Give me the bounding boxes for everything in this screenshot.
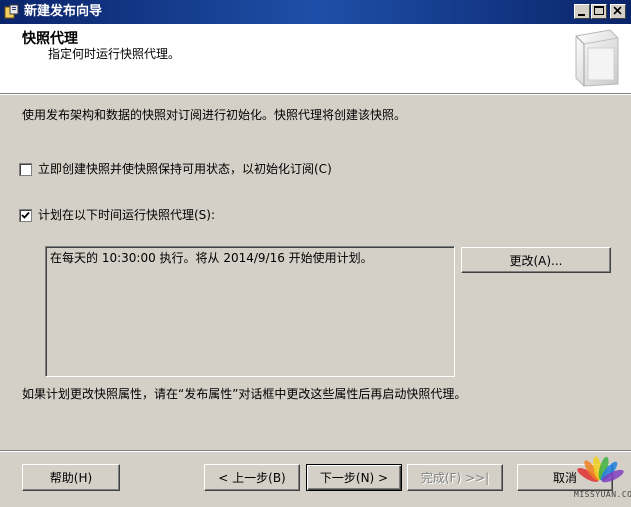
watermark-text: MISSYUAN.COM [574,490,631,499]
close-button[interactable] [610,4,626,19]
next-button[interactable]: 下一步(N) > [306,464,402,491]
change-schedule-button[interactable]: 更改(A)... [461,247,611,273]
schedule-snapshot-label[interactable]: 计划在以下时间运行快照代理(S): [38,207,215,223]
maximize-button[interactable] [591,4,607,19]
finish-button[interactable]: 完成(F) >>| [407,464,503,491]
footnote-text: 如果计划更改快照属性，请在“发布属性”对话框中更改这些属性后再启动快照代理。 [22,387,467,401]
schedule-description: 在每天的 10:30:00 执行。将从 2014/9/16 开始使用计划。 [50,251,373,265]
back-button[interactable]: < 上一步(B) [204,464,300,491]
schedule-description-box: 在每天的 10:30:00 执行。将从 2014/9/16 开始使用计划。 [45,246,455,377]
wizard-book-icon [575,29,619,87]
minimize-icon [578,14,585,16]
window-title: 新建发布向导 [24,4,103,19]
maximize-icon [594,6,604,15]
title-bar[interactable]: 新建发布向导 [0,0,631,24]
create-snapshot-now-label[interactable]: 立即创建快照并使快照保持可用状态，以初始化订阅(C) [38,161,332,177]
app-icon [4,4,19,19]
close-icon [613,6,622,15]
minimize-button[interactable] [574,4,590,19]
checkmark-icon [21,211,30,219]
help-button[interactable]: 帮助(H) [22,464,120,491]
schedule-snapshot-checkbox[interactable] [19,209,32,222]
wizard-header: 快照代理 指定何时运行快照代理。 [0,24,631,95]
intro-text: 使用发布架构和数据的快照对订阅进行初始化。快照代理将创建该快照。 [22,108,407,122]
page-subtitle: 指定何时运行快照代理。 [48,47,181,61]
create-snapshot-now-checkbox[interactable] [19,163,32,176]
